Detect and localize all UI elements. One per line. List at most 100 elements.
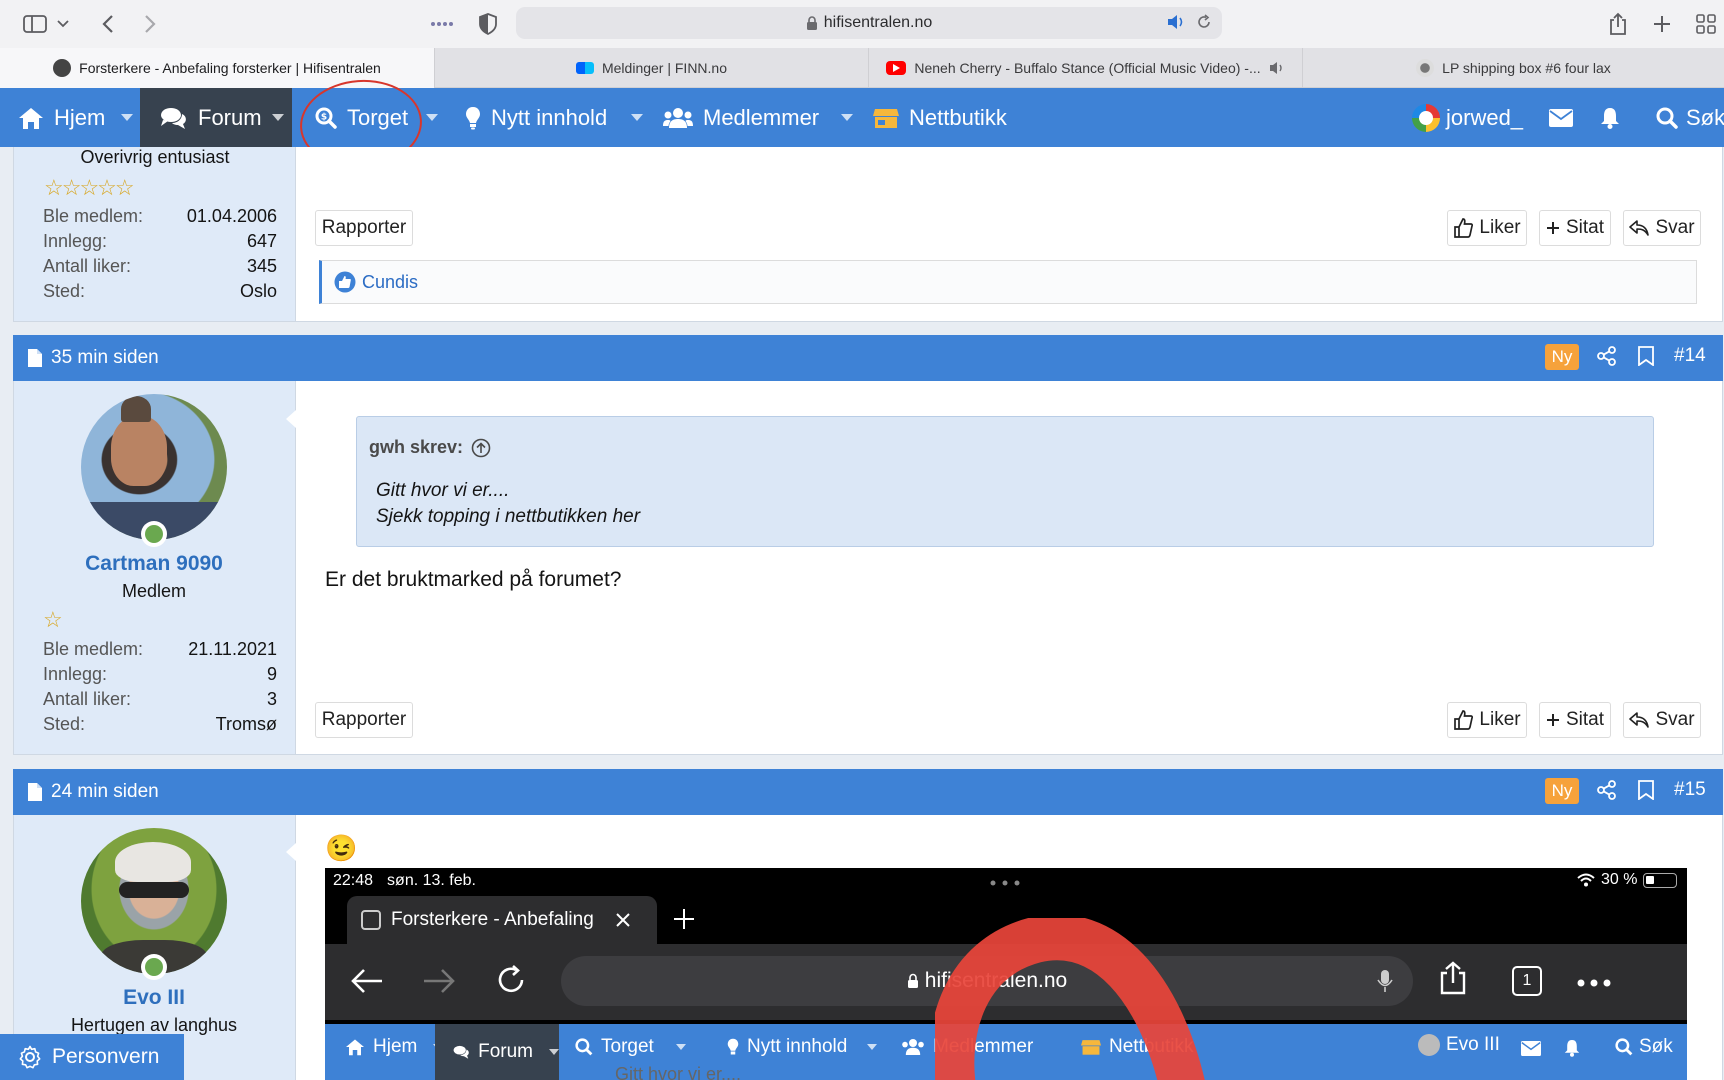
plus-icon xyxy=(1546,714,1559,726)
embedded-tab: Forsterkere - Anbefaling xyxy=(347,896,657,944)
user-title: Medlem xyxy=(121,581,187,601)
like-button[interactable]: Liker xyxy=(1447,210,1527,246)
tab-youtube[interactable]: Neneh Cherry - Buffalo Stance (Official … xyxy=(868,48,1302,88)
forward-icon[interactable] xyxy=(136,10,164,38)
chevron-down-icon[interactable] xyxy=(54,10,72,38)
post-number[interactable]: #14 xyxy=(1674,345,1706,367)
chevron-down-icon xyxy=(272,114,284,121)
report-button[interactable]: Rapporter xyxy=(315,210,413,246)
tab-bar: Forsterkere - Anbefaling forsterker | Hi… xyxy=(0,48,1724,88)
post-time[interactable]: 24 min siden xyxy=(51,781,159,803)
tab-overview-icon[interactable] xyxy=(1692,10,1720,38)
speaker-icon[interactable] xyxy=(1269,61,1285,75)
file-icon xyxy=(28,783,42,801)
stat-posts: Innlegg: 9 xyxy=(43,664,277,684)
tab-count: 1 xyxy=(1512,966,1542,996)
share-icon[interactable] xyxy=(1604,10,1632,38)
forum-dropdown[interactable] xyxy=(264,88,292,147)
report-button[interactable]: Rapporter xyxy=(315,702,413,738)
bell-icon[interactable] xyxy=(1600,88,1620,147)
avatar[interactable] xyxy=(81,394,227,540)
search-dollar-icon xyxy=(575,1038,593,1056)
status-time: 22:48 xyxy=(333,872,374,889)
lock-icon xyxy=(806,15,817,30)
new-badge: Ny xyxy=(1545,778,1579,804)
tab-label: LP shipping box #6 four lax xyxy=(1442,60,1611,76)
lightbulb-icon xyxy=(727,1038,739,1055)
bookmark-icon[interactable] xyxy=(1638,780,1654,800)
tab-label: Forsterkere - Anbefaling forsterker | Hi… xyxy=(79,60,381,76)
tab-finn[interactable]: Meldinger | FINN.no xyxy=(434,48,868,88)
rank-stars: ☆☆☆☆☆ xyxy=(44,175,135,200)
nav-medlemmer[interactable]: Medlemmer xyxy=(663,88,854,147)
hifisentralen-favicon xyxy=(53,59,72,77)
new-tab-icon[interactable] xyxy=(1648,10,1676,38)
address-bar[interactable]: hifisentralen.no xyxy=(516,7,1222,39)
extensions-icon[interactable] xyxy=(428,10,456,38)
chevron-down-icon[interactable] xyxy=(631,114,644,121)
post-body: Er det bruktmarked på forumet? xyxy=(325,568,622,591)
user-title: Overivrig entusiast xyxy=(80,147,230,167)
back-arrow-icon xyxy=(351,968,383,994)
chevron-down-icon[interactable] xyxy=(121,114,134,121)
stat-posts: Innlegg: 647 xyxy=(43,231,277,251)
status-date: søn. 13. feb. xyxy=(387,872,476,889)
quote-button[interactable]: Sitat xyxy=(1539,702,1611,738)
username-link[interactable]: Cartman 9090 xyxy=(13,552,295,576)
lp-favicon xyxy=(1416,59,1435,77)
embedded-nav-forum: Forum xyxy=(435,1024,559,1080)
privacy-button[interactable]: Personvern xyxy=(0,1034,184,1080)
comments-icon xyxy=(453,1045,469,1059)
store-icon xyxy=(873,108,899,128)
shield-icon[interactable] xyxy=(474,10,502,38)
chevron-down-icon[interactable] xyxy=(841,114,854,121)
reply-button[interactable]: Svar xyxy=(1623,702,1701,738)
close-icon xyxy=(616,913,630,927)
post-number[interactable]: #15 xyxy=(1674,779,1706,801)
tab-lp-shipping[interactable]: LP shipping box #6 four lax xyxy=(1302,48,1724,88)
like-label: Liker xyxy=(1479,217,1521,238)
site-navbar: Hjem Forum $ Torget Nytt innhold Medlemm… xyxy=(0,88,1724,147)
avatar[interactable] xyxy=(81,828,227,974)
search-icon xyxy=(1656,107,1678,129)
finn-favicon xyxy=(575,62,594,74)
username-link[interactable]: Evo III xyxy=(13,986,295,1010)
plus-icon xyxy=(1546,222,1559,234)
home-icon xyxy=(346,1039,364,1056)
reload-icon xyxy=(496,965,526,995)
quote-button[interactable]: Sitat xyxy=(1539,210,1611,246)
nav-hjem[interactable]: Hjem xyxy=(18,88,134,147)
nav-label: Medlemmer xyxy=(703,104,820,130)
report-label: Rapporter xyxy=(321,709,407,730)
more-dots-icon xyxy=(990,880,1020,886)
share-icon[interactable] xyxy=(1597,346,1617,366)
reload-icon[interactable] xyxy=(1196,14,1212,30)
embedded-screenshot[interactable]: 22:48 søn. 13. feb. 30 % Forsterkere - A… xyxy=(325,868,1687,1080)
back-icon[interactable] xyxy=(94,10,122,38)
nav-nytt-innhold[interactable]: Nytt innhold xyxy=(465,88,644,147)
reply-button[interactable]: Svar xyxy=(1623,210,1701,246)
quote-line: Gitt hvor vi er.... xyxy=(376,480,510,501)
share-icon[interactable] xyxy=(1597,780,1617,800)
nav-nettbutikk[interactable]: Nettbutikk xyxy=(873,88,1007,147)
speaker-icon[interactable] xyxy=(1166,14,1186,30)
sidebar-toggle-icon[interactable] xyxy=(20,10,50,38)
envelope-icon[interactable] xyxy=(1549,88,1573,147)
chevron-down-icon[interactable] xyxy=(426,114,439,121)
plus-icon xyxy=(673,908,695,930)
url-text: hifisentralen.no xyxy=(823,14,933,31)
post-time[interactable]: 35 min siden xyxy=(51,347,159,369)
nav-user-menu[interactable]: jorwed_ xyxy=(1412,88,1523,147)
lock-icon xyxy=(907,973,918,988)
quote-block: gwh skrev: Gitt hvor vi er.... Sjekk top… xyxy=(356,416,1654,547)
quote-label: Sitat xyxy=(1565,709,1605,730)
arrow-up-circle-icon[interactable] xyxy=(471,438,491,458)
online-indicator-icon xyxy=(141,954,167,980)
nav-search[interactable]: Søk xyxy=(1656,88,1724,147)
like-button[interactable]: Liker xyxy=(1447,702,1527,738)
reply-icon xyxy=(1629,712,1650,728)
quote-line: Sjekk topping i nettbutikken her xyxy=(376,506,641,527)
quote-author[interactable]: gwh skrev: xyxy=(369,437,463,458)
bookmark-icon[interactable] xyxy=(1638,346,1654,366)
liked-by-link[interactable]: Cundis xyxy=(362,272,418,293)
